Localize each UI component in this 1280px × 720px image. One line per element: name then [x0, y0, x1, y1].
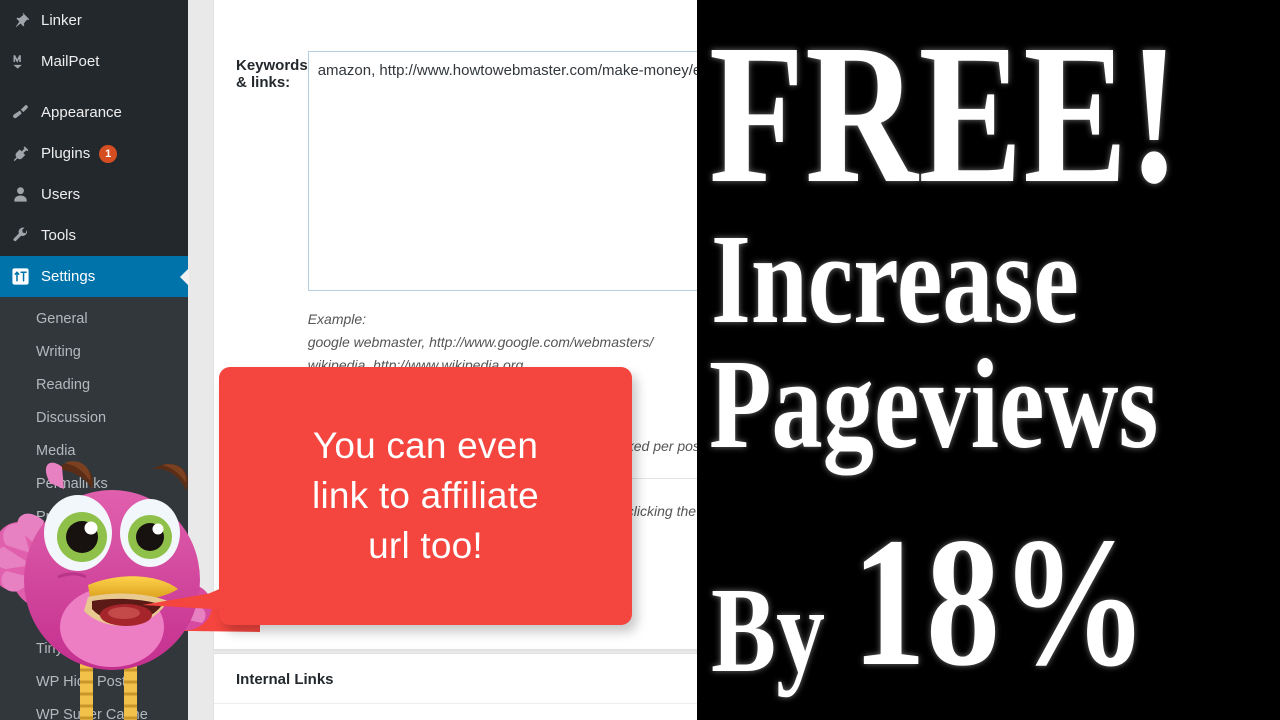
overlay-line-free: FREE! [709, 4, 1181, 225]
user-icon [10, 185, 30, 205]
submenu-item-writing[interactable]: Writing [0, 336, 188, 369]
plugins-update-badge: 1 [99, 144, 118, 163]
sidebar-item-label: Settings [41, 268, 96, 285]
promo-overlay: FREE! Increase Pageviews By 18% [697, 0, 1280, 720]
sidebar-item-plugins[interactable]: Plugins 1 [0, 133, 188, 174]
sidebar-item-settings[interactable]: Settings [0, 256, 188, 297]
sidebar-item-tools[interactable]: Tools [0, 215, 188, 256]
sidebar-item-label: MailPoet [41, 53, 100, 70]
submenu-item-discussion[interactable]: Discussion [0, 402, 188, 435]
submenu-item-reading[interactable]: Reading [0, 369, 188, 402]
submenu-item-general[interactable]: General [0, 303, 188, 336]
callout-bubble: You can even link to affiliate url too! [219, 367, 632, 625]
bird-mascot [0, 461, 247, 720]
overlay-line-percent: 18% [852, 500, 1148, 705]
overlay-line-pageviews: Pageviews [709, 333, 1159, 475]
sidebar-item-appearance[interactable]: Appearance [0, 92, 188, 133]
plug-icon [10, 144, 30, 164]
mailpoet-icon [10, 52, 30, 72]
overlay-line-by: By [711, 563, 825, 698]
bird-eyebrows [52, 461, 189, 491]
callout-text: You can even link to affiliate url too! [312, 425, 539, 566]
sidebar-item-label: Users [41, 186, 81, 203]
overlay-line-increase: Increase [711, 208, 1079, 350]
sidebar-item-label: Appearance [41, 104, 122, 121]
screenshot-root: Here you can enter manually the extra ke… [0, 0, 1280, 720]
sidebar-item-label: Linker [41, 12, 82, 29]
settings-sliders-icon [10, 267, 30, 287]
sidebar-item-label: Tools [41, 227, 77, 244]
paintbrush-icon [10, 103, 30, 123]
sidebar-item-users[interactable]: Users [0, 174, 188, 215]
sidebar-item-linker[interactable]: Linker [0, 0, 188, 41]
sidebar-item-label: Plugins [41, 145, 91, 162]
wrench-icon [10, 226, 30, 246]
sidebar-item-mailpoet[interactable]: MailPoet [0, 41, 188, 82]
pin-icon [10, 11, 30, 31]
